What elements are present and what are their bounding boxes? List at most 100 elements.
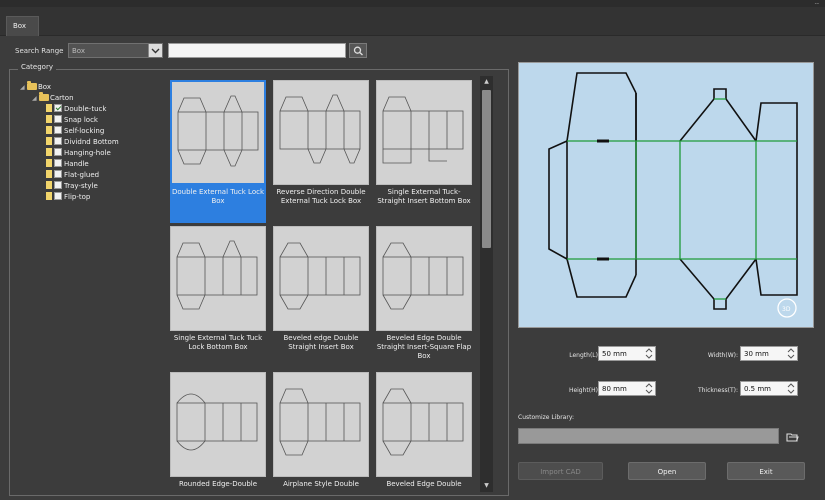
template-caption: Reverse Direction Double External Tuck L… <box>276 188 366 205</box>
template-card[interactable]: Rounded Edge-Double <box>170 372 266 492</box>
expand-arrow-icon[interactable]: ◢ <box>32 93 39 104</box>
category-label: Category <box>18 63 56 71</box>
length-value: 50 mm <box>602 350 627 358</box>
checkbox[interactable] <box>54 104 62 112</box>
tree-item-snap-lock[interactable]: Snap lock <box>46 115 98 126</box>
checkbox[interactable] <box>54 126 62 134</box>
template-card[interactable]: Beveled Edge Double Straight Insert-Squa… <box>376 226 472 369</box>
template-thumbnail <box>170 226 266 331</box>
template-card[interactable]: Reverse Direction Double External Tuck L… <box>273 80 369 223</box>
template-caption: Single External Tuck Tuck Lock Bottom Bo… <box>173 334 263 351</box>
tree-item-self-locking[interactable]: Self-locking <box>46 126 104 137</box>
template-card[interactable]: Airplane Style Double <box>273 372 369 492</box>
height-label: Height(H): <box>568 387 600 394</box>
tree-item-hanging-hole[interactable]: Hanging-hole <box>46 148 111 159</box>
tree-item-flat-glued[interactable]: Flat-glued <box>46 170 99 181</box>
expand-arrow-icon[interactable]: ◢ <box>20 82 27 93</box>
folder-icon <box>39 92 49 101</box>
spinner-icon[interactable] <box>785 347 797 360</box>
template-card[interactable]: Single External Tuck Tuck Lock Bottom Bo… <box>170 226 266 369</box>
template-caption: Single External Tuck-Straight Insert Bot… <box>377 188 471 205</box>
scroll-up-icon[interactable]: ▲ <box>480 76 493 88</box>
folder-open-icon[interactable] <box>786 432 799 444</box>
length-input[interactable]: 50 mm <box>598 346 656 361</box>
height-input[interactable]: 80 mm <box>598 381 656 396</box>
document-icon <box>46 137 52 145</box>
template-card[interactable]: Beveled edge Double Straight Insert Box <box>273 226 369 369</box>
tree-item-label: Self-locking <box>64 127 105 135</box>
template-card[interactable]: Single External Tuck-Straight Insert Bot… <box>376 80 472 223</box>
tab-box[interactable]: Box <box>6 16 39 36</box>
checkbox[interactable] <box>54 192 62 200</box>
thickness-value: 0.5 mm <box>744 385 771 393</box>
template-thumbnail <box>273 372 369 477</box>
checkbox[interactable] <box>54 115 62 123</box>
template-thumbnail <box>376 226 472 331</box>
customize-library-path[interactable] <box>518 428 779 444</box>
spinner-icon[interactable] <box>785 382 797 395</box>
search-range-select[interactable]: Box <box>68 43 163 58</box>
document-icon <box>46 159 52 167</box>
document-icon <box>46 126 52 134</box>
gallery-scrollbar[interactable]: ▲ ▼ <box>480 76 493 492</box>
thickness-input[interactable]: 0.5 mm <box>740 381 798 396</box>
scroll-down-icon[interactable]: ▼ <box>480 480 493 492</box>
template-thumbnail <box>170 372 266 477</box>
scrollbar-thumb[interactable] <box>482 90 491 248</box>
template-thumbnail <box>376 80 472 185</box>
tree-item-divided-bottom[interactable]: Dividnd Bottom <box>46 137 119 148</box>
tree-item-label: Hanging-hole <box>64 149 111 157</box>
document-icon <box>46 170 52 178</box>
template-caption: Double External Tuck Lock Box <box>170 185 266 223</box>
spinner-icon[interactable] <box>643 347 655 360</box>
open-button[interactable]: Open <box>628 462 706 480</box>
tree-item-tray-style[interactable]: Tray-style <box>46 181 98 192</box>
spinner-icon[interactable] <box>643 382 655 395</box>
3d-view-icon[interactable]: 3D <box>777 298 797 318</box>
document-icon <box>46 192 52 200</box>
tree-item-label: Snap lock <box>64 116 98 124</box>
checkbox[interactable] <box>54 137 62 145</box>
tree-item-flip-top[interactable]: Flip-top <box>46 192 90 203</box>
thickness-label: Thickness(T): <box>697 387 738 394</box>
search-row: Search Range Box <box>0 40 825 62</box>
height-value: 80 mm <box>602 385 627 393</box>
search-button[interactable] <box>349 43 367 58</box>
tree-item-label: Tray-style <box>64 182 98 190</box>
tree-node-carton[interactable]: ◢ Carton <box>32 92 74 104</box>
import-cad-button[interactable]: Import CAD <box>518 462 603 480</box>
width-label: Width(W): <box>707 352 738 359</box>
tree-item-handle[interactable]: Handle <box>46 159 89 170</box>
document-icon <box>46 115 52 123</box>
tree-node-box[interactable]: ◢ Box <box>20 81 51 93</box>
checkbox[interactable] <box>54 181 62 189</box>
window-control[interactable]: -- <box>815 0 819 7</box>
search-range-value: Box <box>72 47 86 55</box>
length-label: Length(L): <box>569 352 600 359</box>
tree-item-label: Handle <box>64 160 89 168</box>
svg-text:3D: 3D <box>782 306 791 313</box>
template-card[interactable]: Beveled Edge Double <box>376 372 472 492</box>
template-card[interactable]: Double External Tuck Lock Box <box>170 80 266 223</box>
tree-item-double-tuck[interactable]: Double-tuck <box>46 104 106 115</box>
search-range-label: Search Range <box>15 47 64 55</box>
search-input[interactable] <box>168 43 346 58</box>
checkbox[interactable] <box>54 148 62 156</box>
template-thumbnail <box>376 372 472 477</box>
exit-button[interactable]: Exit <box>727 462 805 480</box>
document-icon <box>46 148 52 156</box>
tree-node-label: Carton <box>50 94 74 102</box>
template-caption: Airplane Style Double <box>283 480 359 488</box>
template-caption: Beveled edge Double Straight Insert Box <box>283 334 359 351</box>
chevron-down-icon[interactable] <box>148 44 162 57</box>
template-thumbnail <box>273 80 369 185</box>
search-icon <box>353 46 363 56</box>
checkbox[interactable] <box>54 170 62 178</box>
template-caption: Beveled Edge Double <box>386 480 462 488</box>
template-caption: Beveled Edge Double Straight Insert-Squa… <box>376 334 472 360</box>
checkbox[interactable] <box>54 159 62 167</box>
tree-item-label: Flip-top <box>64 193 91 201</box>
template-gallery: Double External Tuck Lock Box Reverse Di… <box>167 76 491 492</box>
template-thumbnail <box>273 226 369 331</box>
width-input[interactable]: 30 mm <box>740 346 798 361</box>
